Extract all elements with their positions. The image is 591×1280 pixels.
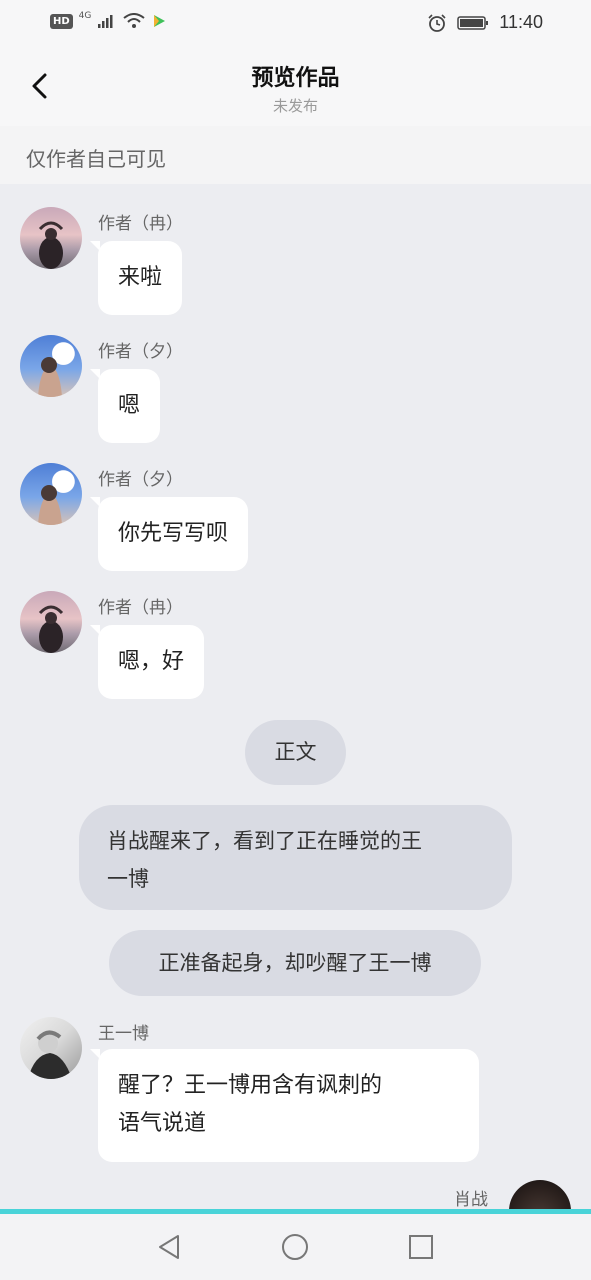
message-bubble[interactable]: 你先写写呗: [90, 497, 249, 571]
sender-name: 作者（夕）: [98, 470, 183, 490]
sender-name: 肖战: [454, 1190, 488, 1210]
video-app-icon: [154, 15, 166, 27]
portrait-image: [38, 357, 62, 397]
visibility-notice: 仅作者自己可见: [0, 126, 591, 184]
author-avatar[interactable]: [20, 591, 82, 653]
message-bubble[interactable]: 来啦: [90, 241, 183, 315]
status-left: HD 4G: [50, 11, 167, 29]
author-avatar[interactable]: [20, 335, 82, 397]
message-text: 嗯: [118, 393, 141, 418]
sender-name: 作者（夕）: [98, 342, 183, 362]
message-text: 语气说道: [118, 1111, 207, 1136]
chat-message: 作者（冉） 嗯，好: [0, 589, 591, 699]
hd-badge: HD: [50, 13, 73, 29]
message-text: 醒了？王一博用含有讽刺的: [118, 1073, 383, 1098]
status-right: 11:40: [427, 12, 543, 33]
message-text: 来啦: [118, 265, 163, 290]
sender-name: 作者（冉）: [98, 598, 183, 618]
narration-bubble[interactable]: 肖战醒来了，看到了正在睡觉的王 一博: [79, 805, 512, 910]
narration-line: 正准备起身，却吵醒了王一博: [158, 951, 432, 975]
page-subtitle: 未发布: [272, 97, 318, 115]
portrait-image: [28, 1030, 72, 1079]
network-type: 4G: [78, 11, 92, 21]
nav-recents-icon[interactable]: [406, 1232, 436, 1262]
alarm-icon: [428, 13, 446, 32]
status-bar: HD 4G 11:40: [0, 0, 591, 46]
narration-bubble[interactable]: 正准备起身，却吵醒了王一博: [109, 930, 481, 996]
sender-name: 王一博: [98, 1024, 149, 1044]
sender-name: 作者（冉）: [98, 214, 183, 234]
chat-message: 作者（冉） 来啦: [0, 205, 591, 315]
section-label: 正文: [245, 720, 346, 785]
clock: 11:40: [499, 12, 543, 32]
portrait-image: [38, 221, 64, 269]
message-bubble[interactable]: 醒了？王一博用含有讽刺的 语气说道: [90, 1049, 479, 1162]
top-bar: 预览作品 未发布: [0, 46, 591, 126]
nav-back-icon[interactable]: [154, 1232, 184, 1262]
portrait-image: [38, 485, 62, 525]
battery-icon: [457, 15, 489, 30]
signal-icon: [98, 15, 113, 28]
character-avatar[interactable]: [20, 1017, 82, 1079]
wifi-icon: [123, 13, 145, 28]
message-bubble[interactable]: 嗯: [90, 369, 161, 443]
page-title: 预览作品: [251, 66, 340, 91]
message-bubble[interactable]: 嗯，好: [90, 625, 205, 699]
portrait-image: [38, 605, 64, 653]
narration-line: 肖战醒来了，看到了正在睡觉的王: [107, 829, 422, 853]
message-text: 嗯，好: [118, 649, 185, 674]
author-avatar[interactable]: [20, 207, 82, 269]
narration-line: 一博: [107, 867, 149, 891]
nav-home-icon[interactable]: [280, 1232, 310, 1262]
author-avatar[interactable]: [20, 463, 82, 525]
message-text: 你先写写呗: [118, 521, 229, 546]
system-nav-bar: [0, 1214, 591, 1280]
